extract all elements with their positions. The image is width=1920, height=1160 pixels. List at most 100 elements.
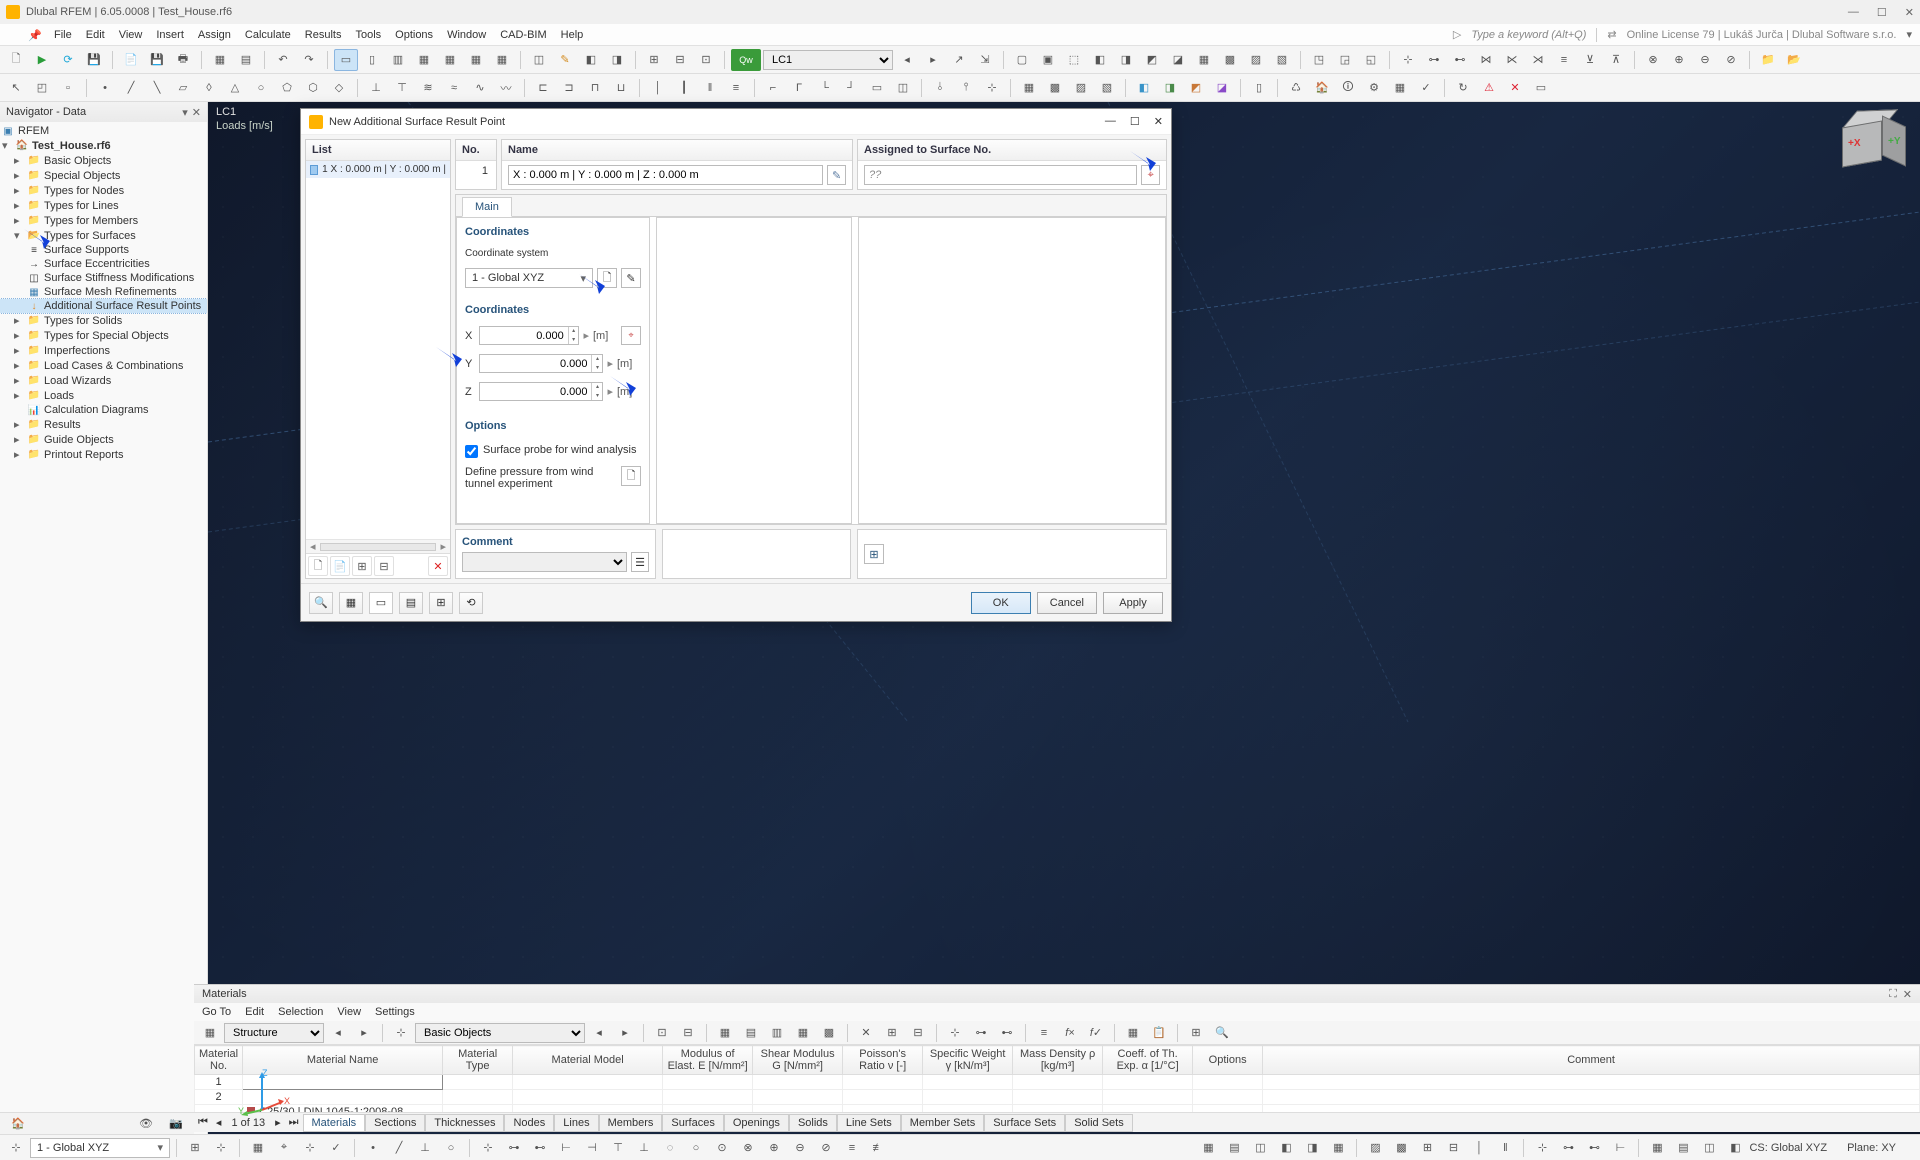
bt-vw-f[interactable]: ▦ xyxy=(1326,1137,1350,1159)
mat-structure-select[interactable]: Structure xyxy=(224,1023,324,1043)
view-cube[interactable]: +X+Y xyxy=(1830,112,1900,182)
tb2-s[interactable]: 〰 xyxy=(494,77,518,99)
mat-tb-p[interactable]: 📋 xyxy=(1147,1022,1171,1044)
tb2-az[interactable]: ↻ xyxy=(1451,77,1475,99)
navigator-tree[interactable]: ▣RFEM ▾🏠Test_House.rf6 ▸📁Basic Objects ▸… xyxy=(0,122,207,1142)
bt-sn-b[interactable]: ⊶ xyxy=(502,1137,526,1159)
tree-special[interactable]: ▸📁Special Objects xyxy=(0,168,207,183)
tb-disp-j[interactable]: ▨ xyxy=(1244,49,1268,71)
menu-options[interactable]: Options xyxy=(395,29,433,41)
dialog-close[interactable]: ✕ xyxy=(1154,115,1163,128)
mattab-materials[interactable]: Materials xyxy=(303,1114,366,1132)
tb-disp-e[interactable]: ◨ xyxy=(1114,49,1138,71)
bt-sn-h[interactable]: ◌ xyxy=(658,1137,682,1159)
bt-sn-i[interactable]: ○ xyxy=(684,1137,708,1159)
tb-run[interactable]: ⟳ xyxy=(56,49,80,71)
bt-vw-n[interactable]: ⊶ xyxy=(1556,1137,1580,1159)
menu-results[interactable]: Results xyxy=(305,29,342,41)
mattab-linesets[interactable]: Line Sets xyxy=(837,1114,901,1132)
tb-disp-i[interactable]: ▩ xyxy=(1218,49,1242,71)
bt-sn-n[interactable]: ⊘ xyxy=(814,1137,838,1159)
mattab-thick[interactable]: Thicknesses xyxy=(425,1114,504,1132)
tb-qw[interactable]: Qw xyxy=(731,49,761,71)
tree-types-lines[interactable]: ▸📁Types for Lines xyxy=(0,198,207,213)
mattab-next[interactable]: ▸ xyxy=(271,1116,285,1129)
tree-types-spobj[interactable]: ▸📁Types for Special Objects xyxy=(0,328,207,343)
bt-sn-p[interactable]: ≢ xyxy=(866,1137,890,1159)
tb2-aw[interactable]: ⚙ xyxy=(1362,77,1386,99)
bt-vw-o[interactable]: ⊷ xyxy=(1582,1137,1606,1159)
tb-tool-h[interactable]: ⊻ xyxy=(1578,49,1602,71)
tree-results[interactable]: ▸📁Results xyxy=(0,417,207,432)
bt-vw-l[interactable]: ‖ xyxy=(1493,1137,1517,1159)
tb2-ag[interactable]: ◫ xyxy=(891,77,915,99)
mat-menu-edit[interactable]: Edit xyxy=(245,1006,264,1018)
cs-edit-button[interactable]: ✎ xyxy=(621,268,641,288)
tb-undo[interactable]: ↶ xyxy=(271,49,295,71)
mat-close-icon[interactable]: ✕ xyxy=(1903,988,1912,1001)
tb-x-a[interactable]: ⊗ xyxy=(1641,49,1665,71)
tb-disp-h[interactable]: ▦ xyxy=(1192,49,1216,71)
bt-sn-o[interactable]: ≡ xyxy=(840,1137,864,1159)
minimize-button[interactable]: — xyxy=(1848,6,1859,19)
tb2-j[interactable]: ○ xyxy=(249,77,273,99)
ft-e[interactable]: ⊞ xyxy=(429,592,453,614)
bt-sn-c[interactable]: ⊷ xyxy=(528,1137,552,1159)
mat-tb-b[interactable]: ⊟ xyxy=(676,1022,700,1044)
cs-select[interactable]: 1 - Global XYZ▾ xyxy=(465,268,593,288)
tb2-ae[interactable]: ┘ xyxy=(839,77,863,99)
menu-help[interactable]: Help xyxy=(561,29,584,41)
chk-surface-probe[interactable] xyxy=(465,445,478,458)
tb-disp-k[interactable]: ▧ xyxy=(1270,49,1294,71)
mat-menu-sel[interactable]: Selection xyxy=(278,1006,323,1018)
tree-printout[interactable]: ▸📁Printout Reports xyxy=(0,447,207,462)
tree-lw[interactable]: ▸📁Load Wizards xyxy=(0,373,207,388)
tb-paste[interactable]: 💾 xyxy=(145,49,169,71)
tb-copy[interactable]: 📄 xyxy=(119,49,143,71)
ft-f[interactable]: ⟲ xyxy=(459,592,483,614)
tb2-c[interactable]: ▫ xyxy=(56,77,80,99)
tb2-z[interactable]: ‖ xyxy=(698,77,722,99)
tb-disp-c[interactable]: ⬚ xyxy=(1062,49,1086,71)
mat-menu-set[interactable]: Settings xyxy=(375,1006,415,1018)
tb2-h[interactable]: ◊ xyxy=(197,77,221,99)
bt-sn-j[interactable]: ⊙ xyxy=(710,1137,734,1159)
cs-combo[interactable]: 1 - Global XYZ▾ xyxy=(30,1138,170,1158)
tree-guide[interactable]: ▸📁Guide Objects xyxy=(0,432,207,447)
tb-lc-prev[interactable]: ◂ xyxy=(895,49,919,71)
mat-tb-q[interactable]: ⊞ xyxy=(1184,1022,1208,1044)
bt-vw-r[interactable]: ▤ xyxy=(1671,1137,1695,1159)
bt-e[interactable]: ⊹ xyxy=(298,1137,322,1159)
mat-menu-goto[interactable]: Go To xyxy=(202,1006,231,1018)
tb-view-a[interactable]: ▭ xyxy=(334,49,358,71)
tb2-r[interactable]: ∿ xyxy=(468,77,492,99)
menu-window[interactable]: Window xyxy=(447,29,486,41)
tree-loads[interactable]: ▸📁Loads xyxy=(0,388,207,403)
tb2-o[interactable]: ⊤ xyxy=(390,77,414,99)
tb2-n[interactable]: ⊥ xyxy=(364,77,388,99)
mat-tb-struct-icon[interactable]: ▦ xyxy=(198,1022,222,1044)
tb2-m[interactable]: ◇ xyxy=(327,77,351,99)
maximize-button[interactable]: ☐ xyxy=(1877,6,1887,19)
mat-tb-i[interactable]: ⊞ xyxy=(880,1022,904,1044)
tree-surf-result-points[interactable]: ↓Additional Surface Result Points xyxy=(0,299,207,313)
tb-disp-f[interactable]: ◩ xyxy=(1140,49,1164,71)
mat-tb-o[interactable]: ▦ xyxy=(1121,1022,1145,1044)
tb-f-a[interactable]: 📁 xyxy=(1756,49,1780,71)
dropdown-icon[interactable]: ▾ xyxy=(1906,28,1912,41)
tab-main[interactable]: Main xyxy=(462,197,512,217)
ft-b[interactable]: ▦ xyxy=(339,592,363,614)
tb-print[interactable]: 🖶 xyxy=(171,49,195,71)
tb-view-g[interactable]: ▦ xyxy=(490,49,514,71)
search-placeholder[interactable]: Type a keyword (Alt+Q) xyxy=(1471,29,1586,41)
tb2-ai[interactable]: ⫯ xyxy=(954,77,978,99)
menu-tools[interactable]: Tools xyxy=(355,29,381,41)
tb-tool-f[interactable]: ⋊ xyxy=(1526,49,1550,71)
nav-close-icon[interactable]: ✕ xyxy=(192,106,201,119)
tb-tool-g[interactable]: ≡ xyxy=(1552,49,1576,71)
pressure-define-button[interactable]: 🗋 xyxy=(621,466,641,486)
tb2-y[interactable]: ┃ xyxy=(672,77,696,99)
tb-disp-g[interactable]: ◪ xyxy=(1166,49,1190,71)
tb-grid1[interactable]: ▦ xyxy=(208,49,232,71)
mattab-sections[interactable]: Sections xyxy=(365,1114,425,1132)
